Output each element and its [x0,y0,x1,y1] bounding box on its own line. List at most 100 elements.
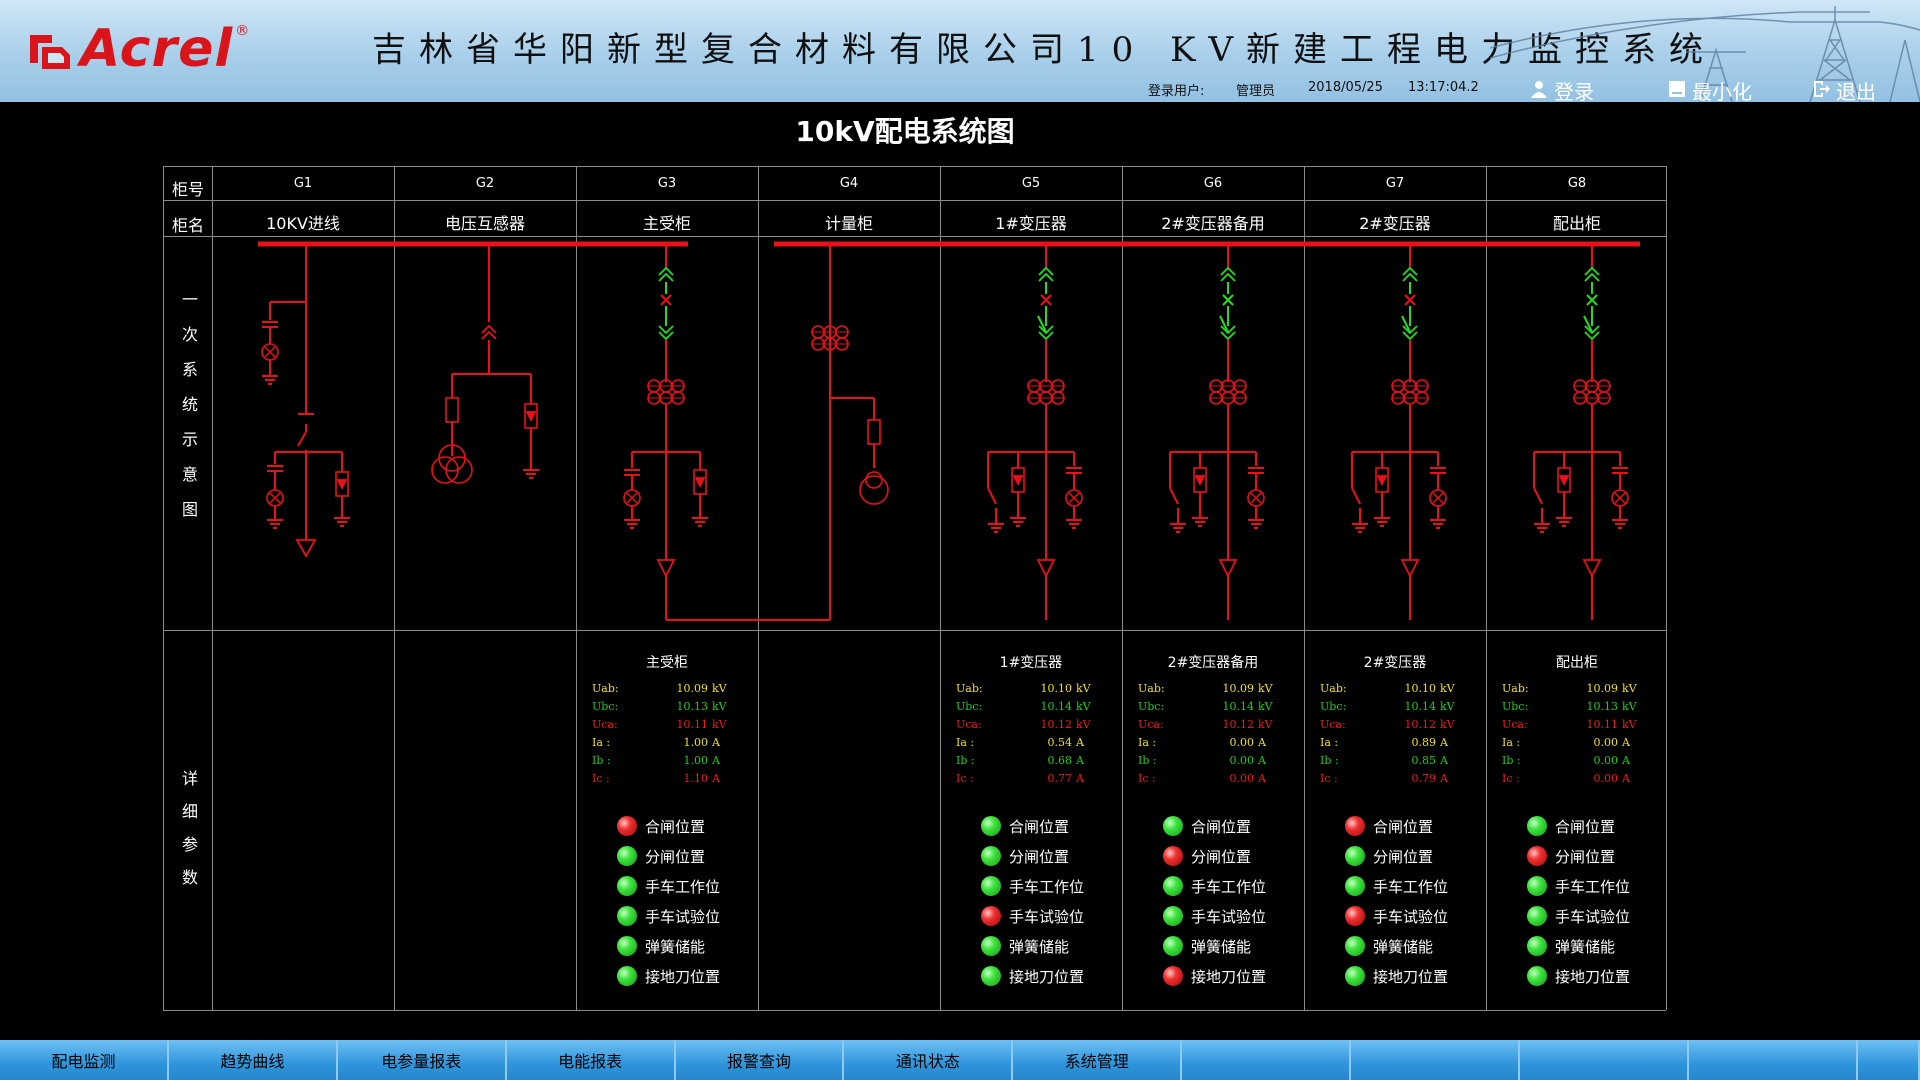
cable-head-icon [1582,559,1602,579]
param-label: Ia : [956,736,975,749]
ct-icon [1391,391,1405,405]
param-row-ubc: Ubc: 10.14 kV [1138,698,1288,716]
g1-isolator-icon [297,431,307,447]
exit-button[interactable]: 退出 [1812,76,1876,102]
param-label: Ic : [592,772,610,785]
param-block: 1#变压器 Uab: 10.10 kV Ubc: 10.14 kV Uca: 10.12 kV Ia… [956,652,1106,788]
ct-icon [647,391,661,405]
plug-icon [1402,266,1418,276]
lamp-icon [1429,489,1447,507]
current-time: 13:17:04.2 [1408,80,1479,95]
param-label: Ib : [592,754,611,767]
param-value: 10.10 [1040,682,1073,695]
lamp-icon [266,489,284,507]
status-row: 合闸位置 [1527,811,1677,841]
ct-icon [659,379,673,393]
param-label: Ia : [1320,736,1339,749]
param-value: 0.00 [1593,772,1619,785]
param-unit: kV [1258,700,1273,713]
green-indicator-icon [981,816,1001,836]
plug-icon [481,324,497,334]
nav-button-1[interactable]: 趋势曲线 [168,1040,338,1080]
status-label: 弹簧储能 [1555,937,1616,956]
cabinet-no-g8: G8 [1567,176,1587,191]
plug-icon [1038,331,1054,341]
plug-icon [658,272,674,282]
ct-icon [1403,391,1417,405]
status-label: 弹簧储能 [645,937,706,956]
nav-button-0[interactable]: 配电监测 [0,1040,169,1080]
status-list: 合闸位置 分闸位置 手车工作位 手车试验位 弹簧储能 接地刀位置 [981,811,1131,991]
nav-button-11[interactable] [1857,1040,1920,1080]
status-row: 手车试验位 [617,901,767,931]
param-unit: kV [1622,682,1637,695]
arrester-icon [1375,467,1389,493]
nav-button-9[interactable] [1520,1040,1689,1080]
grid-col-line [394,166,395,1010]
param-row-uab: Uab: 10.09 kV [592,680,742,698]
status-row: 接地刀位置 [617,961,767,991]
primary-label-char: 系 [181,360,198,379]
param-row-ic: Ic : 0.77 A [956,770,1106,788]
param-block: 主受柜 Uab: 10.09 kV Ubc: 10.13 kV Uca: 10.11 kV Ia :… [592,652,742,788]
ct-icon [1403,379,1417,393]
minimize-button[interactable]: 最小化 [1668,76,1752,102]
plug-icon [658,325,674,335]
param-label: Uca: [1502,718,1528,731]
param-label: Ubc: [1320,700,1347,713]
ct-icon [1221,379,1235,393]
param-label: Ia : [1502,736,1521,749]
status-row: 分闸位置 [1527,841,1677,871]
metering-pt-icon [865,471,883,489]
nav-button-4[interactable]: 报警查询 [675,1040,845,1080]
status-label: 接地刀位置 [1373,967,1449,986]
status-label: 弹簧储能 [1191,937,1252,956]
ct-icon [671,379,685,393]
param-value: 0.54 [1047,736,1073,749]
green-indicator-icon [1345,876,1365,896]
red-indicator-icon [1163,846,1183,866]
ct-icon [1573,391,1587,405]
ct-icon [1039,391,1053,405]
nav-button-3[interactable]: 电能报表 [506,1040,676,1080]
param-row-uca: Uca: 10.11 kV [592,716,742,734]
param-value: 0.79 [1411,772,1437,785]
nav-button-2[interactable]: 电参量报表 [337,1040,507,1080]
pt-icon [445,456,473,484]
param-row-ia: Ia : 0.00 A [1138,734,1288,752]
param-unit: A [712,754,720,767]
green-indicator-icon [981,936,1001,956]
status-row: 手车工作位 [981,871,1131,901]
nav-button-5[interactable]: 通讯状态 [844,1040,1014,1080]
param-row-uab: Uab: 10.10 kV [956,680,1106,698]
lamp-icon [261,343,279,361]
param-unit: A [1622,772,1630,785]
page-title: 10kV配电系统图 [795,115,1015,148]
plug-icon [658,331,674,341]
param-row-ubc: Ubc: 10.13 kV [592,698,742,716]
status-label: 手车试验位 [645,907,721,926]
cabinet-name-row-label: 柜名 [171,216,204,235]
arrester-icon [1194,475,1206,487]
param-value: 10.13 [1586,700,1619,713]
nav-button-7[interactable] [1182,1040,1352,1080]
plug-icon [1402,272,1418,282]
param-unit: kV [1076,700,1091,713]
ct-icon [1209,379,1223,393]
status-label: 手车试验位 [1555,907,1631,926]
param-unit: kV [712,682,727,695]
nav-button-10[interactable] [1688,1040,1858,1080]
lamp-icon [1068,492,1080,504]
ct-icon [811,325,825,339]
status-row: 合闸位置 [1345,811,1495,841]
cabinet-name-g6: 2#变压器备用 [1161,214,1265,233]
disconnector-icon [1219,315,1229,333]
nav-button-6[interactable]: 系统管理 [1013,1040,1183,1080]
param-unit: A [1258,772,1266,785]
status-row: 弹簧储能 [981,931,1131,961]
lamp-icon [1432,492,1444,504]
login-button[interactable]: 登录 [1530,76,1594,102]
param-label: Uab: [592,682,619,695]
param-row-uab: Uab: 10.09 kV [1138,680,1288,698]
nav-button-8[interactable] [1351,1040,1521,1080]
